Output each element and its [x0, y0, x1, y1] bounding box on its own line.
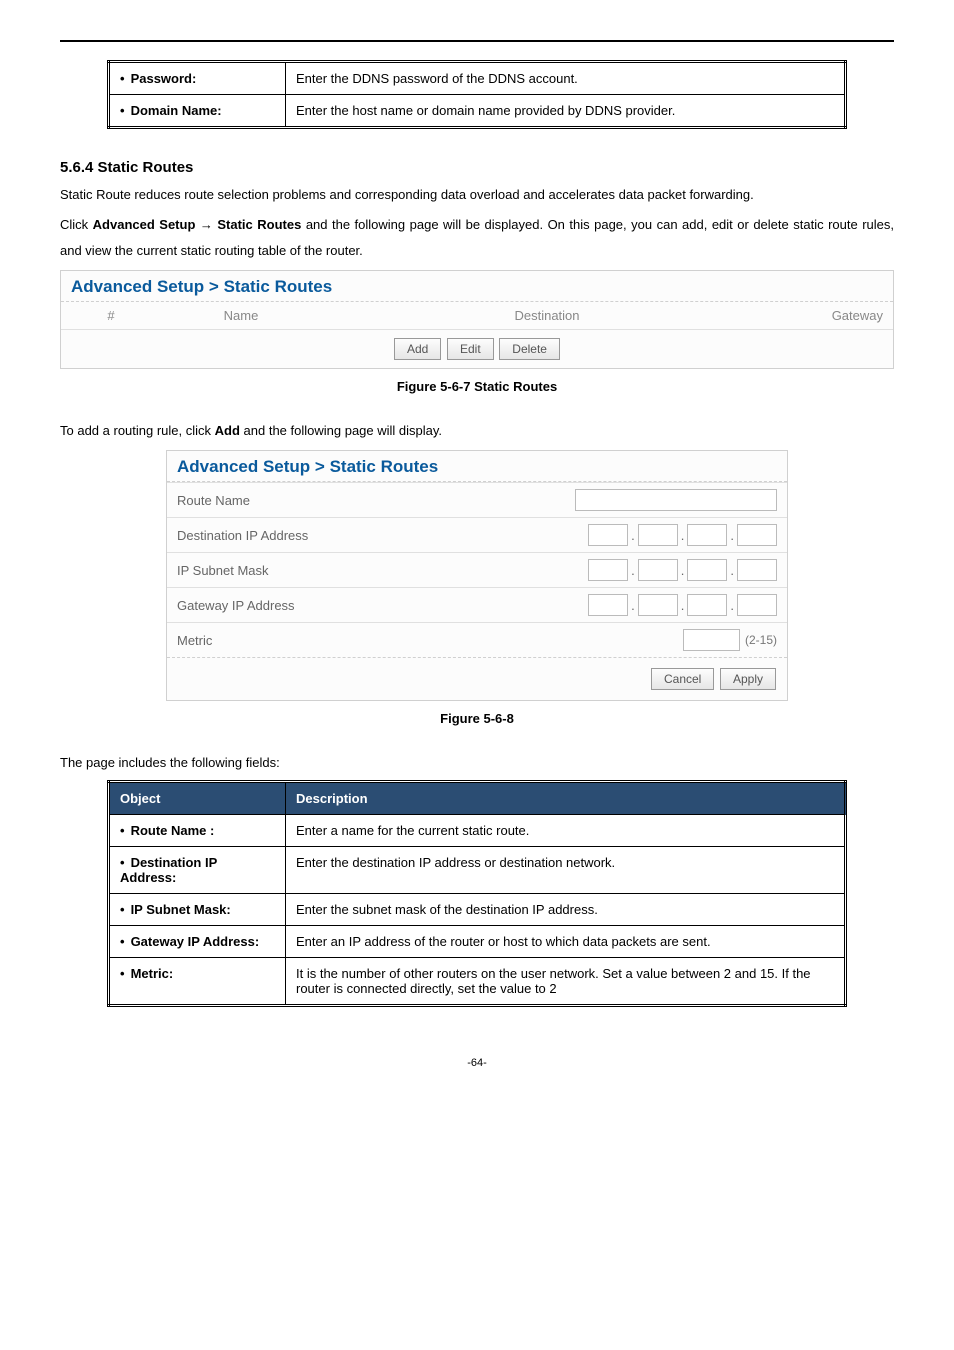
table-header: Object Description: [109, 782, 846, 815]
obj-desc: Enter the subnet mask of the destination…: [286, 894, 846, 926]
fig1-caption: Figure 5-6-7 Static Routes: [60, 379, 894, 394]
add-button[interactable]: Add: [394, 338, 441, 360]
obj-desc: Enter the host name or domain name provi…: [286, 95, 846, 128]
row-metric: Metric (2-15): [167, 622, 787, 657]
obj-label: IP Subnet Mask:: [120, 902, 231, 917]
delete-button[interactable]: Delete: [499, 338, 560, 360]
ip-octet-input[interactable]: [737, 559, 777, 581]
row-gateway: Gateway IP Address . . .: [167, 587, 787, 622]
obj-label: Domain Name:: [120, 103, 222, 118]
after-fig1-text: To add a routing rule, click Add and the…: [60, 418, 894, 444]
obj-desc: Enter a name for the current static rout…: [286, 815, 846, 847]
ip-octet-input[interactable]: [737, 594, 777, 616]
fig1-buttons: Add Edit Delete: [61, 330, 893, 368]
label-metric: Metric: [177, 633, 683, 648]
table-row: Password: Enter the DDNS password of the…: [109, 62, 846, 95]
edit-button[interactable]: Edit: [447, 338, 494, 360]
col-destination: Destination: [331, 308, 763, 323]
top-rule: [60, 40, 894, 42]
table-row: Gateway IP Address: Enter an IP address …: [109, 926, 846, 958]
ip-octet-input[interactable]: [588, 524, 628, 546]
metric-input[interactable]: [683, 629, 740, 651]
row-subnet: IP Subnet Mask . . .: [167, 552, 787, 587]
fields-table: Object Description Route Name : Enter a …: [107, 780, 847, 1007]
ip-octet-input[interactable]: [638, 524, 678, 546]
obj-label: Password:: [120, 71, 196, 86]
dot: .: [631, 563, 635, 578]
th-object: Object: [109, 782, 286, 815]
dot: .: [681, 563, 685, 578]
label-gateway: Gateway IP Address: [177, 598, 588, 613]
ip-octet-input[interactable]: [687, 524, 727, 546]
dot: .: [631, 598, 635, 613]
cancel-button[interactable]: Cancel: [651, 668, 714, 690]
table-row: Metric: It is the number of other router…: [109, 958, 846, 1006]
table-row: Destination IP Address: Enter the destin…: [109, 847, 846, 894]
ip-octet-input[interactable]: [588, 594, 628, 616]
label-dest-ip: Destination IP Address: [177, 528, 588, 543]
ip-octet-input[interactable]: [737, 524, 777, 546]
label-subnet: IP Subnet Mask: [177, 563, 588, 578]
bold-text: Advanced Setup: [93, 217, 196, 232]
obj-desc: Enter an IP address of the router or hos…: [286, 926, 846, 958]
dot: .: [631, 528, 635, 543]
table-row: Domain Name: Enter the host name or doma…: [109, 95, 846, 128]
text: and the following page will display.: [240, 423, 442, 438]
ip-octet-input[interactable]: [638, 594, 678, 616]
figure-static-routes-form: Advanced Setup > Static Routes Route Nam…: [166, 450, 788, 701]
obj-desc: It is the number of other routers on the…: [286, 958, 846, 1006]
ip-octet-input[interactable]: [687, 559, 727, 581]
th-desc: Description: [286, 782, 846, 815]
obj-desc: Enter the DDNS password of the DDNS acco…: [286, 62, 846, 95]
label-route-name: Route Name: [177, 493, 575, 508]
row-dest-ip: Destination IP Address . . .: [167, 517, 787, 552]
ip-octet-input[interactable]: [638, 559, 678, 581]
obj-label: Gateway IP Address:: [120, 934, 259, 949]
ddns-table: Password: Enter the DDNS password of the…: [107, 60, 847, 129]
row-route-name: Route Name: [167, 482, 787, 517]
dot: .: [730, 563, 734, 578]
col-hash: #: [71, 308, 151, 323]
dot: .: [730, 598, 734, 613]
table-row: IP Subnet Mask: Enter the subnet mask of…: [109, 894, 846, 926]
fig1-title: Advanced Setup > Static Routes: [61, 271, 893, 302]
ip-octet-input[interactable]: [588, 559, 628, 581]
col-name: Name: [151, 308, 331, 323]
obj-label: Destination IP Address:: [120, 855, 217, 885]
section-para1: Static Route reduces route selection pro…: [60, 182, 894, 208]
text: To add a routing rule, click: [60, 423, 215, 438]
bold-text: Static Routes: [217, 217, 301, 232]
obj-label: Metric:: [120, 966, 173, 981]
fig2-title: Advanced Setup > Static Routes: [167, 451, 787, 482]
ip-octet-input[interactable]: [687, 594, 727, 616]
obj-desc: Enter the destination IP address or dest…: [286, 847, 846, 894]
dot: .: [730, 528, 734, 543]
after-fig2-text: The page includes the following fields:: [60, 750, 894, 776]
apply-button[interactable]: Apply: [720, 668, 776, 690]
bold-text: Add: [215, 423, 240, 438]
figure-static-routes-list: Advanced Setup > Static Routes # Name De…: [60, 270, 894, 369]
table-row: Route Name : Enter a name for the curren…: [109, 815, 846, 847]
page-number: -64-: [60, 1057, 894, 1069]
dot: .: [681, 598, 685, 613]
fig1-columns: # Name Destination Gateway: [61, 302, 893, 330]
arrow: →: [195, 217, 217, 232]
obj-label: Route Name :: [120, 823, 214, 838]
col-gateway: Gateway: [763, 308, 883, 323]
fig2-caption: Figure 5-6-8: [60, 711, 894, 726]
route-name-input[interactable]: [575, 489, 777, 511]
fig2-buttons: Cancel Apply: [167, 657, 787, 700]
dot: .: [681, 528, 685, 543]
section-heading: 5.6.4 Static Routes: [60, 159, 894, 176]
text: Click: [60, 217, 93, 232]
metric-hint: (2-15): [745, 633, 777, 647]
section-para2: Click Advanced Setup → Static Routes and…: [60, 212, 894, 264]
